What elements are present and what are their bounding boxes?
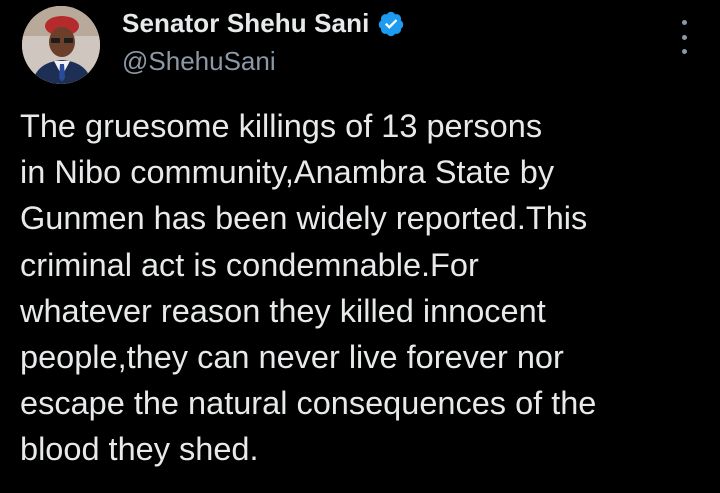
display-name[interactable]: Senator Shehu Sani [122, 8, 369, 39]
more-dot [681, 49, 687, 54]
tweet-card: Senator Shehu Sani @ShehuSani The grueso… [0, 0, 720, 493]
author-handle[interactable]: @ShehuSani [122, 46, 276, 77]
tweet-text-line: criminal act is condemnable.For [20, 246, 479, 283]
tweet-text-line: people,they can never live forever nor [20, 339, 564, 376]
avatar-image [22, 6, 100, 84]
more-options-icon[interactable] [674, 20, 694, 54]
tweet-text-line: Gunmen has been widely reported.This [20, 200, 588, 237]
more-dot [681, 34, 687, 40]
author-name-row: Senator Shehu Sani [122, 8, 405, 39]
tweet-text-line: The gruesome killings of 13 persons [20, 108, 543, 144]
tweet-text: The gruesome killings of 13 persons in N… [20, 103, 700, 473]
verified-badge-icon [377, 10, 405, 38]
tweet-text-line: in Nibo community,Anambra State by [20, 154, 555, 191]
tweet-text-line: blood they shed. [20, 431, 259, 468]
tweet-text-line: whatever reason they killed innocent [20, 292, 546, 329]
tweet-text-line: escape the natural consequences of the [20, 385, 597, 422]
avatar[interactable] [22, 6, 100, 84]
more-dot [681, 20, 687, 25]
